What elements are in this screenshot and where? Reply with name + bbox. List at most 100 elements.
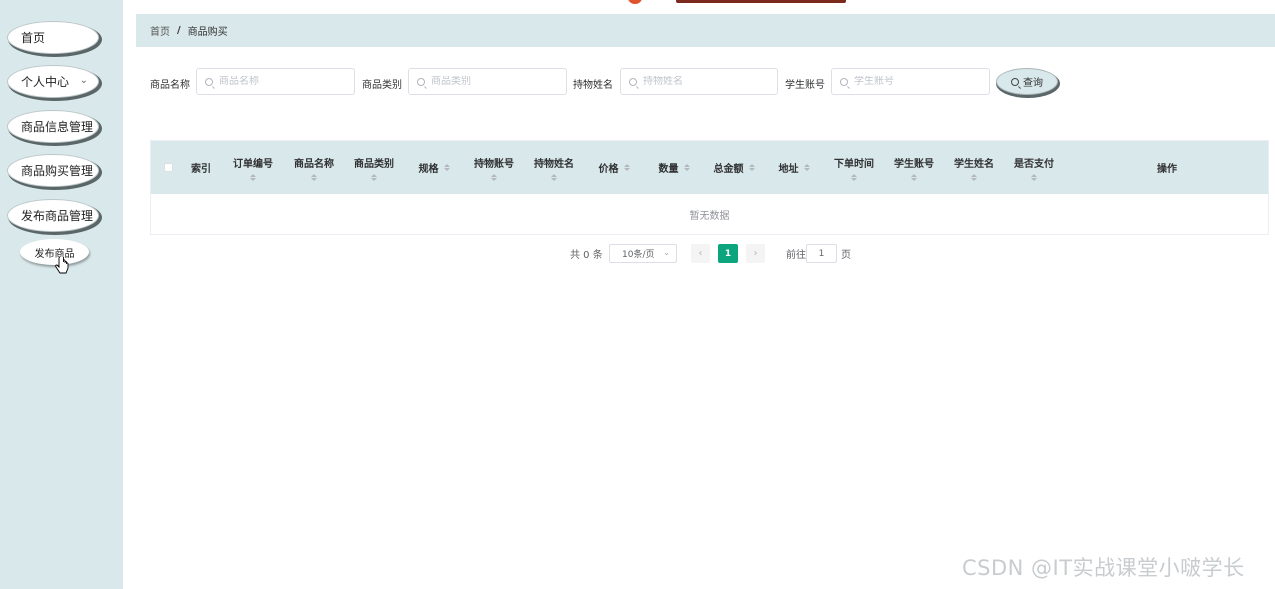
column-header-holder-name[interactable]: 持物姓名: [524, 141, 584, 194]
table-empty-text: 暂无数据: [689, 210, 730, 222]
sidebar-item-label: 商品购买管理: [21, 164, 94, 178]
column-header-is-paid[interactable]: 是否支付: [1004, 141, 1064, 194]
column-title: 商品名称: [294, 158, 334, 170]
column-header-order-no[interactable]: 订单编号: [223, 141, 283, 194]
sort-icon[interactable]: [551, 173, 557, 181]
sort-icon[interactable]: [971, 173, 977, 181]
pagination-total: 共 0 条: [570, 249, 603, 261]
column-title: 持物姓名: [534, 158, 574, 170]
column-header-student-name[interactable]: 学生姓名: [944, 141, 1004, 194]
column-header-total-amount[interactable]: 总金额: [704, 141, 764, 194]
sort-icon[interactable]: [748, 164, 755, 171]
page-size-select[interactable]: 10条/页 ⌄: [609, 244, 677, 263]
logo: [620, 0, 860, 6]
search-input-product-category[interactable]: [408, 68, 567, 95]
search-label-student-account: 学生账号: [785, 80, 825, 91]
search-icon: [205, 77, 213, 86]
column-header-index: 索引: [185, 141, 217, 194]
column-header-order-time[interactable]: 下单时间: [824, 141, 884, 194]
breadcrumb: 首页 / 商品购买: [136, 14, 1275, 47]
app-root: 首页 个人中心 ⌄ 商品信息管理 商品购买管理 发布商品管理 发布商品 首页 /…: [0, 0, 1275, 589]
sort-icon[interactable]: [803, 164, 810, 171]
sidebar-item-product-info[interactable]: 商品信息管理: [7, 110, 99, 143]
breadcrumb-current: 商品购买: [187, 27, 228, 38]
product-category-field[interactable]: [431, 76, 541, 87]
column-header-quantity[interactable]: 数量: [644, 141, 704, 194]
goto-page-input[interactable]: 1: [806, 244, 837, 263]
column-title: 学生账号: [894, 158, 934, 170]
sidebar-item-label: 商品信息管理: [21, 120, 94, 134]
column-header-product-name[interactable]: 商品名称: [284, 141, 344, 194]
select-all-checkbox[interactable]: [164, 163, 173, 172]
column-title: 索引: [191, 164, 211, 175]
column-title: 价格: [598, 164, 619, 175]
breadcrumb-separator: /: [177, 25, 181, 36]
sort-icon[interactable]: [1031, 173, 1037, 181]
column-header-spec[interactable]: 规格: [404, 141, 464, 194]
sort-icon[interactable]: [311, 173, 317, 181]
sidebar-item-publish-product[interactable]: 发布商品管理: [7, 199, 99, 232]
search-input-holder-name[interactable]: [620, 68, 778, 95]
column-title: 商品类别: [354, 158, 394, 170]
student-account-field[interactable]: [854, 76, 964, 87]
sort-icon[interactable]: [851, 173, 857, 181]
goto-label: 前往: [786, 249, 806, 261]
search-input-student-account[interactable]: [831, 68, 990, 95]
column-header-address[interactable]: 地址: [764, 141, 824, 194]
holder-name-field[interactable]: [643, 76, 753, 87]
chevron-down-icon: ⌄: [663, 248, 670, 257]
product-name-field[interactable]: [219, 76, 329, 87]
sort-icon[interactable]: [911, 173, 917, 181]
breadcrumb-home[interactable]: 首页: [150, 23, 170, 38]
sidebar-item-personal-center[interactable]: 个人中心 ⌄: [7, 65, 99, 98]
prev-page-button[interactable]: ‹: [691, 244, 710, 263]
column-title: 订单编号: [233, 158, 273, 170]
sort-icon[interactable]: [250, 173, 256, 181]
column-title: 学生姓名: [954, 158, 994, 170]
page-number-current[interactable]: 1: [718, 244, 738, 263]
search-label-product-name: 商品名称: [150, 80, 190, 91]
column-title: 总金额: [713, 164, 744, 175]
search-icon: [629, 77, 637, 86]
column-title: 地址: [778, 164, 799, 175]
logo-wordmark: [676, 0, 846, 3]
search-label-holder-name: 持物姓名: [573, 80, 613, 91]
page-size-value: 10条/页: [622, 250, 655, 260]
search-input-product-name[interactable]: [196, 68, 355, 95]
column-header-student-account[interactable]: 学生账号: [884, 141, 944, 194]
column-header-product-category[interactable]: 商品类别: [344, 141, 404, 194]
column-header-holder-account[interactable]: 持物账号: [464, 141, 524, 194]
data-table: 索引 订单编号 商品名称 商品类别 规格 持物账号 持物姓名 价格 数量 总金额…: [150, 140, 1269, 235]
column-title: 数量: [658, 164, 679, 175]
sidebar-item-label: 个人中心: [21, 75, 70, 89]
logo-icon: [628, 0, 642, 4]
sort-icon[interactable]: [683, 164, 690, 171]
sidebar-item-product-purchase[interactable]: 商品购买管理: [7, 154, 99, 187]
next-page-button[interactable]: ›: [746, 244, 765, 263]
query-button-label: 查询: [1023, 78, 1043, 89]
sort-icon[interactable]: [491, 173, 497, 181]
sort-icon[interactable]: [623, 164, 630, 171]
query-button[interactable]: 查询: [996, 68, 1058, 95]
column-header-actions: 操作: [1066, 141, 1268, 194]
search-label-product-category: 商品类别: [362, 80, 402, 91]
table-header: 索引 订单编号 商品名称 商品类别 规格 持物账号 持物姓名 价格 数量 总金额…: [151, 141, 1268, 194]
column-title: 下单时间: [834, 158, 874, 170]
search-icon: [840, 77, 848, 86]
sort-icon[interactable]: [443, 164, 450, 171]
column-title: 规格: [418, 164, 439, 175]
sidebar: 首页 个人中心 ⌄ 商品信息管理 商品购买管理 发布商品管理 发布商品: [0, 0, 123, 589]
watermark: CSDN @IT实战课堂小啵学长: [962, 556, 1245, 580]
sidebar-item-label: 发布商品管理: [21, 209, 94, 223]
goto-suffix: 页: [841, 249, 851, 261]
column-title: 是否支付: [1014, 158, 1054, 170]
column-title: 操作: [1157, 164, 1177, 175]
search-icon: [417, 77, 425, 86]
chevron-down-icon: ⌄: [79, 75, 88, 86]
column-header-price[interactable]: 价格: [584, 141, 644, 194]
hand-cursor-icon: [55, 257, 69, 274]
column-title: 持物账号: [474, 158, 514, 170]
sort-icon[interactable]: [371, 173, 377, 181]
sidebar-item-label: 首页: [21, 31, 46, 45]
sidebar-item-home[interactable]: 首页: [7, 21, 99, 54]
